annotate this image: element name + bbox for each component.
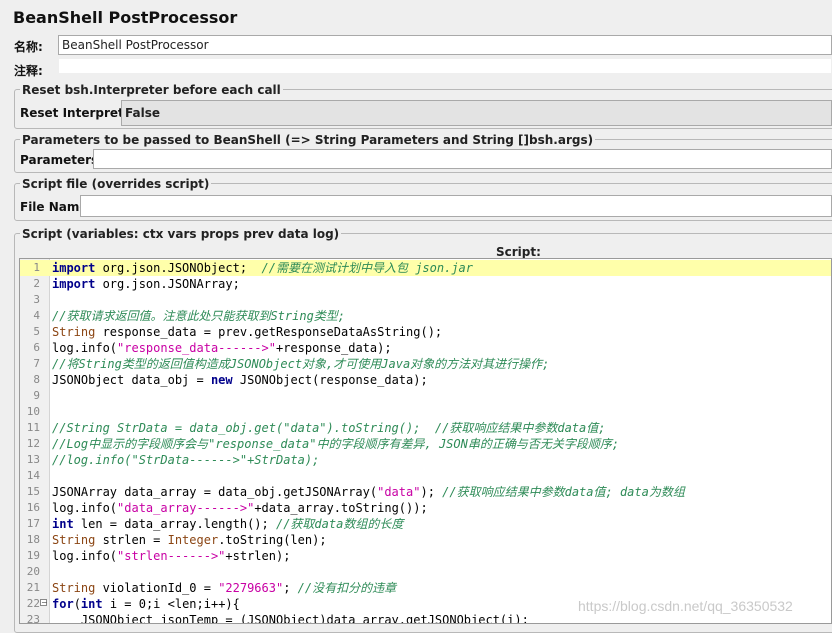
code-text: int len = data_array.length(); //获取data数… [52, 517, 404, 531]
code-text: JSONObject jsonTemp = (JSONObject)data_a… [52, 613, 529, 624]
comment-input[interactable] [58, 58, 832, 74]
code-line[interactable]: 10 [20, 404, 831, 420]
code-line[interactable]: 20 [20, 564, 831, 580]
fold-toggle-icon[interactable]: − [40, 599, 48, 607]
code-text: String response_data = prev.getResponseD… [52, 325, 443, 339]
code-line[interactable]: 7 //将String类型的返回值构造成JSONObject对象,才可使用Java… [20, 356, 831, 372]
code-text: String violationId_0 = "2279663"; //没有扣分… [52, 581, 397, 595]
line-number: 13 [26, 453, 40, 466]
code-text: import org.json.JSONObject; //需要在测试计划中导入… [52, 261, 474, 275]
line-number: 15 [26, 485, 40, 498]
code-text: //获取请求返回值。注意此处只能获取到String类型; [52, 309, 346, 323]
name-label: 名称: [14, 40, 43, 54]
reset-group-legend: Reset bsh.Interpreter before each call [20, 83, 283, 97]
line-number: 12 [26, 437, 40, 450]
line-number: 10 [26, 405, 40, 418]
script-header: Script: [496, 245, 541, 259]
code-text: //Log中显示的字段顺序会与"response_data"中的字段顺序有差异,… [52, 437, 620, 451]
code-line[interactable]: 2 import org.json.JSONArray; [20, 276, 831, 292]
code-line[interactable]: 5 String response_data = prev.getResponse… [20, 324, 831, 340]
file-name-input[interactable] [80, 195, 832, 217]
line-number: 6 [33, 341, 40, 354]
parameters-group-legend: Parameters to be passed to BeanShell (=>… [20, 133, 596, 147]
code-line[interactable]: 1 import org.json.JSONObject; //需要在测试计划中导… [20, 260, 831, 276]
code-line[interactable]: 8 JSONObject data_obj = new JSONObject(re… [20, 372, 831, 388]
line-number: 20 [26, 565, 40, 578]
watermark: https://blog.csdn.net/qq_36350532 [578, 598, 793, 614]
script-file-group-legend: Script file (overrides script) [20, 177, 212, 191]
line-number: 11 [26, 421, 40, 434]
code-text: log.info("strlen------>"+strlen); [52, 549, 291, 563]
code-line[interactable]: 18 String strlen = Integer.toString(len); [20, 532, 831, 548]
code-line[interactable]: 4 //获取请求返回值。注意此处只能获取到String类型; [20, 308, 831, 324]
code-text: import org.json.JSONArray; [52, 277, 240, 291]
code-text: //将String类型的返回值构造成JSONObject对象,才可使用Java对… [52, 357, 550, 371]
code-line[interactable]: 3 [20, 292, 831, 308]
code-line[interactable]: 19 log.info("strlen------>"+strlen); [20, 548, 831, 564]
line-number: 23 [26, 613, 40, 624]
code-text: JSONObject data_obj = new JSONObject(res… [52, 373, 428, 387]
line-number: 21 [26, 581, 40, 594]
code-text: for(int i = 0;i <len;i++){ [52, 597, 240, 611]
parameters-label: Parameters: [20, 153, 103, 167]
code-line[interactable]: 13 //log.info("StrData------>"+StrData); [20, 452, 831, 468]
line-number: 7 [33, 357, 40, 370]
line-number: 8 [33, 373, 40, 386]
code-line[interactable]: 16 log.info("data_array------>"+data_arra… [20, 500, 831, 516]
code-line[interactable]: 9 [20, 388, 831, 404]
code-line[interactable]: 6 log.info("response_data------>"+respons… [20, 340, 831, 356]
reset-interpreter-select[interactable]: False [121, 100, 832, 126]
code-text: //log.info("StrData------>"+StrData); [52, 453, 320, 467]
line-number: 22 [26, 597, 40, 610]
line-number: 4 [33, 309, 40, 322]
script-editor[interactable]: 1 import org.json.JSONObject; //需要在测试计划中导… [19, 258, 832, 624]
code-text: log.info("data_array------>"+data_array.… [52, 501, 428, 515]
script-group-legend: Script (variables: ctx vars props prev d… [20, 227, 342, 241]
code-text: JSONArray data_array = data_obj.getJSONA… [52, 485, 685, 499]
line-number: 16 [26, 501, 40, 514]
line-number: 19 [26, 549, 40, 562]
line-number: 5 [33, 325, 40, 338]
code-text: //String StrData = data_obj.get("data").… [52, 421, 606, 435]
line-number: 18 [26, 533, 40, 546]
code-text: log.info("response_data------>"+response… [52, 341, 392, 355]
code-line[interactable]: 17 int len = data_array.length(); //获取dat… [20, 516, 831, 532]
name-input[interactable]: BeanShell PostProcessor [58, 35, 832, 55]
panel-title: BeanShell PostProcessor [13, 8, 238, 27]
code-line[interactable]: 21 String violationId_0 = "2279663"; //没有… [20, 580, 831, 596]
line-number: 9 [33, 389, 40, 402]
line-number: 2 [33, 277, 40, 290]
parameters-input[interactable] [93, 149, 832, 169]
code-line[interactable]: 15 JSONArray data_array = data_obj.getJSO… [20, 484, 831, 500]
code-text: String strlen = Integer.toString(len); [52, 533, 327, 547]
code-line[interactable]: 11 //String StrData = data_obj.get("data"… [20, 420, 831, 436]
comment-label: 注释: [14, 64, 43, 78]
code-line[interactable]: 14 [20, 468, 831, 484]
line-number: 1 [33, 261, 40, 274]
code-line[interactable]: 12 //Log中显示的字段顺序会与"response_data"中的字段顺序有差… [20, 436, 831, 452]
line-number: 3 [33, 293, 40, 306]
line-number: 17 [26, 517, 40, 530]
line-number: 14 [26, 469, 40, 482]
